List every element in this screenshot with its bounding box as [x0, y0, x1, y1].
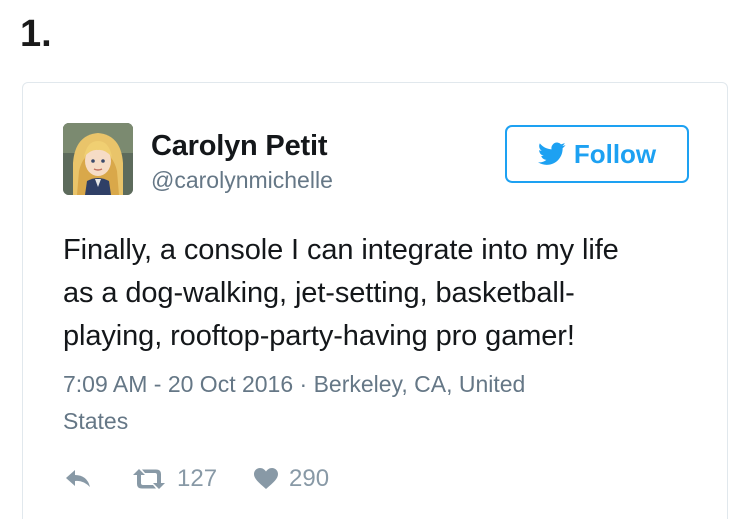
- tweet-metadata[interactable]: 7:09 AM - 20 Oct 2016 · Berkeley, CA, Un…: [63, 366, 683, 440]
- avatar[interactable]: [63, 123, 133, 195]
- tweet-actions: 127 290: [63, 461, 329, 497]
- tweet-text-line: playing, rooftop-party-having pro gamer!: [63, 320, 575, 352]
- location-line-continued[interactable]: States: [63, 403, 683, 440]
- reply-button[interactable]: [63, 467, 93, 491]
- like-button[interactable]: 290: [253, 465, 329, 493]
- follow-button[interactable]: Follow: [505, 125, 689, 183]
- tweet-text: Finally, a console I can integrate into …: [63, 229, 703, 358]
- timestamp-location-line[interactable]: 7:09 AM - 20 Oct 2016 · Berkeley, CA, Un…: [63, 366, 683, 403]
- page: 1. Carolyn Petit @carolynmichelle Follow…: [0, 0, 750, 519]
- tweet-card[interactable]: Carolyn Petit @carolynmichelle Follow Fi…: [22, 82, 728, 519]
- avatar-image: [63, 123, 133, 195]
- tweet-text-line: as a dog-walking, jet-setting, basketbal…: [63, 277, 575, 309]
- retweet-button[interactable]: 127: [131, 465, 217, 493]
- retweet-icon: [133, 469, 165, 489]
- reply-icon: [66, 470, 90, 487]
- retweet-count: 127: [177, 465, 218, 492]
- heart-icon: [254, 468, 279, 489]
- follow-button-label: Follow: [573, 138, 657, 169]
- tweet-text-line: Finally, a console I can integrate into …: [63, 234, 619, 266]
- list-number: 1.: [20, 13, 52, 55]
- twitter-bird-icon: [537, 142, 566, 165]
- screen-name[interactable]: @carolynmichelle: [151, 165, 333, 195]
- display-name[interactable]: Carolyn Petit: [151, 129, 333, 163]
- author-block: Carolyn Petit @carolynmichelle: [151, 129, 333, 195]
- like-count: 290: [289, 465, 330, 492]
